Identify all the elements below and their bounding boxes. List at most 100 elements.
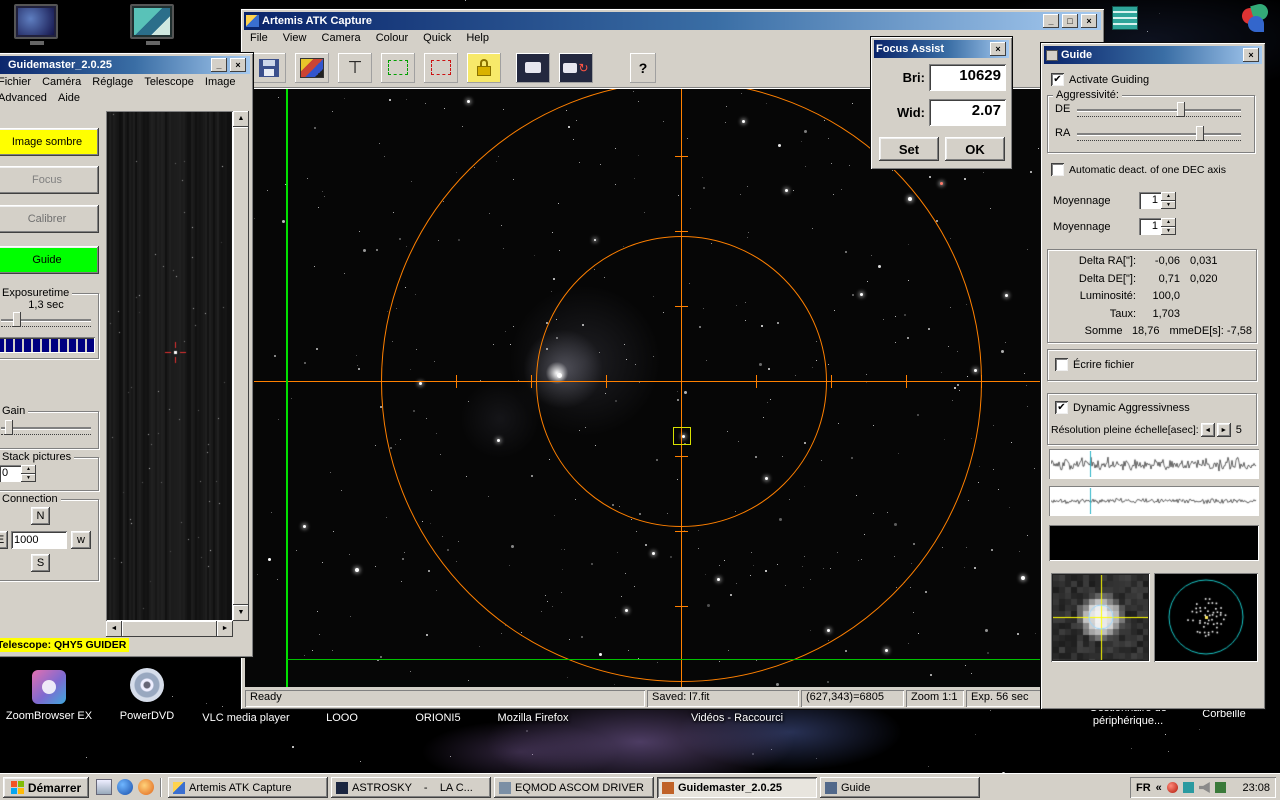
gain-slider[interactable] [1,420,91,435]
clock[interactable]: 23:08 [1242,782,1270,794]
menu-fichier[interactable]: Fichier [0,75,35,89]
menu-telescope[interactable]: Telescope [140,75,198,89]
resolution-increase-button[interactable]: ► [1216,423,1231,437]
tray-icon-3[interactable] [1214,782,1226,793]
spin-down-icon[interactable]: ▼ [1161,226,1176,235]
loop-capture-button[interactable] [516,52,550,83]
focus-button[interactable]: Focus [0,166,99,194]
close-button[interactable]: × [1081,14,1097,28]
menu-quick[interactable]: Quick [417,30,457,46]
set-button[interactable]: Set [879,137,939,161]
activate-guiding-checkbox[interactable]: ✔ [1051,73,1064,86]
ra-aggressivity-slider[interactable] [1077,126,1241,141]
display-stretch-button[interactable] [381,53,415,83]
desktop-icon-grid-app[interactable] [1112,6,1138,30]
tray-chevron[interactable]: « [1156,782,1162,794]
resolution-decrease-button[interactable]: ◄ [1200,423,1215,437]
desktop-icon-vlc[interactable]: VLC media player [200,710,292,728]
focus-assist-titlebar[interactable]: Focus Assist × [874,40,1009,58]
spin-up-icon[interactable]: ▲ [21,465,36,474]
menu-aide[interactable]: Aide [54,91,84,105]
close-button[interactable]: × [990,42,1006,56]
spin-down-icon[interactable]: ▼ [1161,200,1176,209]
desktop-icon-orioni5[interactable]: ORIONI5 [400,710,476,728]
menu-colour[interactable]: Colour [370,30,414,46]
menu-advanced[interactable]: Advanced [0,91,51,105]
dark-frame-button[interactable]: Image sombre [0,128,99,156]
stack-spinner[interactable]: 0 ▲ ▼ [0,465,36,482]
menu-image[interactable]: Image [201,75,240,89]
pulse-north-button[interactable]: N [31,507,50,525]
de-aggressivity-slider[interactable] [1077,102,1241,117]
guidemaster-menubar-row1: Fichier Caméra Réglage Telescope Image [0,75,250,91]
spin-down-icon[interactable]: ▼ [21,473,36,482]
write-file-checkbox[interactable] [1055,358,1068,371]
scroll-down-icon[interactable]: ▼ [233,605,249,621]
task-eqmod[interactable]: EQMOD ASCOM DRIVER [494,777,654,798]
capture-image[interactable] [245,89,1102,687]
spin-up-icon[interactable]: ▲ [1161,192,1176,201]
task-guide[interactable]: Guide [820,777,980,798]
ok-button[interactable]: OK [945,137,1005,161]
scroll-left-icon[interactable]: ◄ [106,621,122,637]
guider-vscrollbar[interactable]: ▲ ▼ [233,111,249,621]
close-button[interactable]: × [1243,48,1259,62]
desktop-icon-zoombrowser[interactable]: ZoomBrowser EX [4,668,94,730]
dynamic-aggressivness-checkbox[interactable]: ✔ [1055,401,1068,414]
start-button[interactable]: Démarrer [3,777,89,798]
loop-restart-button[interactable]: ↻ [559,52,593,83]
quicklaunch-icon-1[interactable] [96,779,112,795]
pulse-west-button[interactable]: w [71,531,91,549]
guide-titlebar[interactable]: Guide × [1044,46,1262,64]
task-artemis[interactable]: Artemis ATK Capture [168,777,328,798]
de-error-graph-frame [1049,486,1259,516]
lock-button[interactable] [467,52,501,83]
desktop-icon-monitor-1[interactable] [12,4,62,48]
quicklaunch-internet-icon[interactable] [117,779,133,795]
maximize-button[interactable]: □ [1062,14,1078,28]
camera-settings-button[interactable] [295,53,329,83]
speaker-icon[interactable] [1198,782,1210,793]
subframe-button[interactable] [424,53,458,83]
quicklaunch-browser-icon[interactable] [138,779,154,795]
pulse-south-button[interactable]: S [31,554,50,572]
menu-file[interactable]: File [244,30,274,46]
desktop-icon-colorful-app[interactable] [1239,2,1272,34]
desktop-icon-looo[interactable]: LOOO [310,710,374,728]
menu-reglage[interactable]: Réglage [88,75,137,89]
menu-camera[interactable]: Camera [316,30,367,46]
auto-deact-checkbox[interactable] [1051,163,1064,176]
exposure-slider[interactable] [1,312,91,327]
guider-preview[interactable] [107,112,232,620]
tray-icon-2[interactable] [1182,782,1194,793]
task-astrosky[interactable]: ASTROSKY - LA C... [331,777,491,798]
guider-hscrollbar[interactable]: ◄ ► [106,621,233,637]
moyennage1-spinner[interactable]: 1 ▲ ▼ [1139,192,1176,209]
menu-help[interactable]: Help [460,30,495,46]
menu-camera[interactable]: Caméra [38,75,85,89]
help-button[interactable]: ? [630,53,656,83]
guidemaster-titlebar[interactable]: Guidemaster_2.0.25 _ × [0,56,250,74]
menu-view[interactable]: View [277,30,313,46]
desktop-icon-powerdvd[interactable]: PowerDVD [104,666,190,730]
pulse-duration-input[interactable] [11,531,67,549]
scroll-up-icon[interactable]: ▲ [233,111,249,127]
scroll-right-icon[interactable]: ► [217,621,233,637]
minimize-button[interactable]: _ [1043,14,1059,28]
minimize-button[interactable]: _ [211,58,227,72]
desktop-icon-videos[interactable]: Vidéos - Raccourci [688,710,786,728]
pulse-east-button[interactable]: E [0,531,8,549]
desktop-icon-monitor-2[interactable] [128,4,178,48]
moyennage2-spinner[interactable]: 1 ▲ ▼ [1139,218,1176,235]
artemis-titlebar[interactable]: Artemis ATK Capture _ □ × [244,12,1101,30]
calibrate-button[interactable]: Calibrer [0,205,99,233]
task-guidemaster[interactable]: Guidemaster_2.0.25 [657,777,817,798]
language-indicator[interactable]: FR [1136,782,1151,794]
save-button[interactable] [252,53,286,83]
exposure-tool-button[interactable]: ⊤ [338,53,372,83]
spin-up-icon[interactable]: ▲ [1161,218,1176,227]
guide-button[interactable]: Guide [0,246,99,274]
desktop-icon-firefox[interactable]: Mozilla Firefox [488,710,578,728]
close-button[interactable]: × [230,58,246,72]
tray-icon-1[interactable] [1166,782,1178,793]
